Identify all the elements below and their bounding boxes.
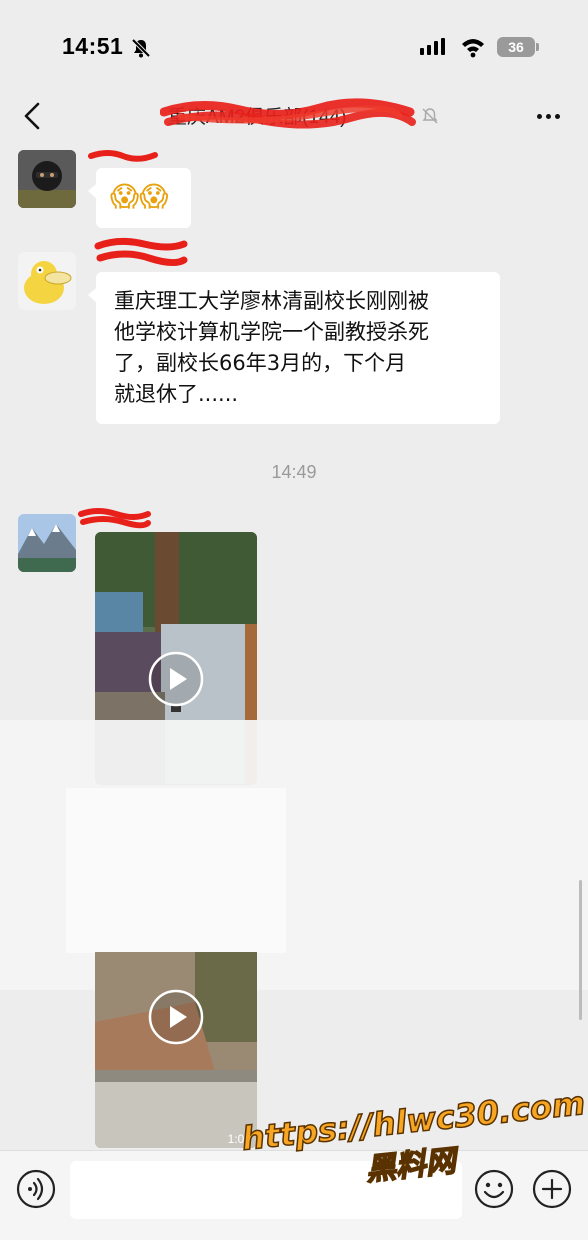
message-line: 就退休了...... [114, 382, 239, 406]
redaction-scribble [94, 237, 188, 267]
message-line: 了，副校长66年3月的，下个月 [114, 351, 407, 375]
message-bubble[interactable]: 😱😱 [88, 168, 191, 228]
plus-icon[interactable] [532, 1169, 572, 1209]
duck-avatar-icon [18, 252, 76, 310]
redaction-scribble [88, 150, 158, 162]
obscured-region-inner [66, 788, 286, 953]
obscured-region [0, 720, 588, 990]
play-button-icon[interactable] [147, 650, 205, 708]
message-text: 重庆理工大学廖林清副校长刚刚被 他学校计算机学院一个副教授杀死 了，副校长66年… [114, 286, 492, 410]
message-line: 重庆理工大学廖林清副校长刚刚被 [114, 289, 429, 313]
chat-timestamp: 14:49 [271, 462, 317, 482]
back-arrow-icon[interactable] [16, 98, 52, 134]
message-bubble[interactable]: 重庆理工大学廖林清副校长刚刚被 他学校计算机学院一个副教授杀死 了，副校长66年… [88, 272, 500, 424]
voice-input-icon[interactable] [16, 1169, 56, 1209]
mountain-landscape-avatar-icon [18, 514, 76, 572]
video-message[interactable]: 1:01 [95, 952, 257, 1148]
emoji-message: 😱😱 [110, 180, 169, 213]
bell-muted-icon [131, 38, 151, 58]
status-bar: 14:51 36 [0, 0, 588, 90]
message-line: 他学校计算机学院一个副教授杀死 [114, 320, 429, 344]
mute-bell-icon [422, 108, 438, 124]
wifi-icon [462, 39, 484, 58]
redaction-scribble [160, 98, 416, 129]
avatar[interactable] [18, 514, 76, 572]
chat-header: 重庆AM2俱乐部(144) [0, 90, 588, 142]
status-time: 14:51 [62, 33, 124, 59]
cellular-signal-icon [420, 38, 445, 55]
battery-indicator: 36 [497, 37, 535, 57]
battery-tip [536, 43, 539, 51]
avatar[interactable] [18, 252, 76, 310]
avatar[interactable] [18, 150, 76, 208]
scrollbar[interactable] [579, 880, 582, 1020]
more-options-button[interactable] [532, 104, 564, 128]
play-button-icon[interactable] [147, 988, 205, 1046]
masked-person-avatar-icon [18, 150, 76, 208]
video-thumbnail [95, 952, 257, 1148]
redaction-scribble [78, 508, 151, 529]
